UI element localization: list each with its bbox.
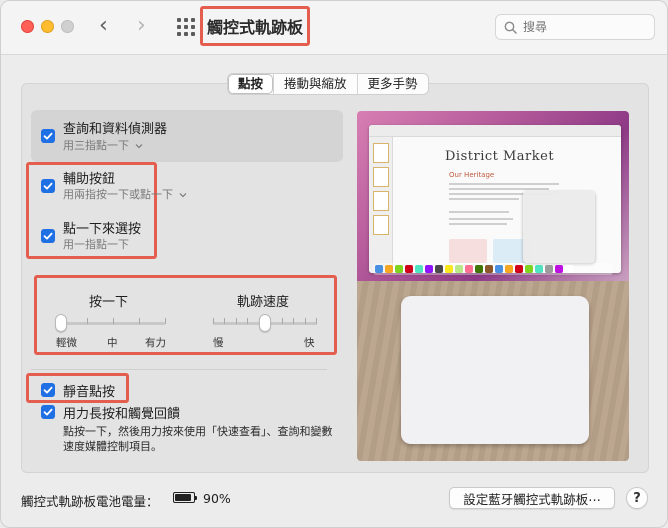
slider-tick — [165, 318, 166, 324]
preview-lookup-popup — [523, 191, 595, 263]
chevron-down-icon — [135, 144, 142, 149]
click-medium-label: 中 — [107, 337, 118, 349]
tab-point-and-click[interactable]: 點按 — [228, 74, 274, 94]
title-bar: ‹ › 觸控式軌跡板 — [1, 1, 667, 55]
click-light-label: 輕微 — [56, 337, 77, 349]
battery-fill — [175, 494, 192, 501]
tracking-speed-label: 軌跡速度 — [237, 295, 290, 310]
slider-tick — [247, 318, 248, 324]
slider-tick — [139, 318, 140, 324]
checkmark-icon — [43, 232, 53, 240]
search-field[interactable] — [495, 14, 655, 40]
lookup-gesture-value: 用三指點一下 — [63, 139, 129, 152]
force-click-checkbox[interactable] — [41, 405, 55, 419]
slider-tick — [316, 318, 317, 324]
minimize-button[interactable] — [41, 20, 54, 33]
forward-button[interactable]: › — [137, 13, 146, 39]
checkmark-icon — [43, 386, 53, 394]
tap-to-click-gesture: 用一指點一下 — [63, 238, 129, 251]
help-button[interactable]: ? — [626, 487, 648, 509]
checkmark-icon — [43, 408, 53, 416]
tracking-speed-knob[interactable] — [259, 314, 271, 332]
slider-tick — [224, 318, 225, 324]
tab-more-gestures[interactable]: 更多手勢 — [356, 74, 428, 94]
secondary-click-checkbox[interactable] — [41, 179, 55, 193]
secondary-click-label: 輔助按鈕 — [63, 172, 116, 187]
slider-tick — [236, 318, 237, 324]
preview-trackpad — [401, 296, 589, 444]
lookup-label: 查詢和資料偵測器 — [63, 122, 168, 137]
preview-app-window: District Market Our Heritage — [369, 125, 621, 273]
gesture-preview: District Market Our Heritage — [357, 111, 629, 461]
click-slider-label: 按一下 — [89, 295, 129, 310]
search-icon — [504, 21, 517, 34]
preview-doc-heading: Our Heritage — [449, 171, 495, 179]
preview-app-sidebar — [369, 137, 393, 273]
tap-to-click-label: 點一下來選按 — [63, 222, 142, 237]
tracking-slow-label: 慢 — [213, 337, 224, 349]
lookup-checkbox[interactable] — [41, 129, 55, 143]
secondary-click-gesture-popup[interactable]: 用兩指按一下或點一下 — [63, 186, 187, 202]
click-firm-label: 有力 — [145, 337, 166, 349]
battery-icon — [173, 492, 197, 503]
show-all-grid-icon[interactable] — [177, 18, 195, 36]
slider-tick — [282, 318, 283, 324]
lookup-gesture-popup[interactable]: 用三指點一下 — [63, 137, 143, 153]
tap-to-click-checkbox[interactable] — [41, 229, 55, 243]
setup-bluetooth-trackpad-button[interactable]: 設定藍牙觸控式軌跡板⋯ — [449, 487, 615, 509]
slider-tick — [87, 318, 88, 324]
slider-tick — [113, 318, 114, 324]
window-title: 觸控式軌跡板 — [206, 18, 303, 37]
tracking-fast-label: 快 — [304, 337, 315, 349]
preview-dock — [373, 263, 613, 275]
chevron-down-icon — [179, 193, 186, 198]
zoom-button[interactable] — [61, 20, 74, 33]
checkmark-icon — [43, 182, 53, 190]
close-button[interactable] — [21, 20, 34, 33]
divider — [31, 369, 327, 370]
click-slider-knob[interactable] — [55, 314, 67, 332]
window-title-annotation: 觸控式軌跡板 — [200, 6, 310, 46]
silent-click-label: 靜音點按 — [63, 385, 116, 400]
tab-scroll-and-zoom[interactable]: 捲動與縮放 — [273, 74, 357, 94]
battery-percent: 90% — [203, 491, 231, 506]
tab-bar: 點按 捲動與縮放 更多手勢 — [227, 73, 429, 95]
preview-app-toolbar — [369, 125, 621, 137]
force-click-description: 點按一下，然後用力按來使用「快速查看」、查詢和變數速度媒體控制項目。 — [63, 425, 333, 453]
slider-tick — [305, 318, 306, 324]
slider-tick — [293, 318, 294, 324]
force-click-label: 用力長按和觸覺回饋 — [63, 407, 181, 422]
trackpad-preferences-window: ‹ › 觸控式軌跡板 點按 捲動與縮放 更多手勢 查詢和資料偵測器 用三指點一下 — [0, 0, 668, 528]
silent-click-checkbox[interactable] — [41, 383, 55, 397]
back-button[interactable]: ‹ — [99, 13, 108, 39]
checkmark-icon — [43, 132, 53, 140]
secondary-click-gesture-value: 用兩指按一下或點一下 — [63, 188, 173, 201]
preview-doc-title: District Market — [445, 149, 555, 164]
search-input[interactable] — [523, 20, 633, 34]
slider-tick — [213, 318, 214, 324]
battery-label: 觸控式軌跡板電池電量： — [21, 494, 159, 509]
